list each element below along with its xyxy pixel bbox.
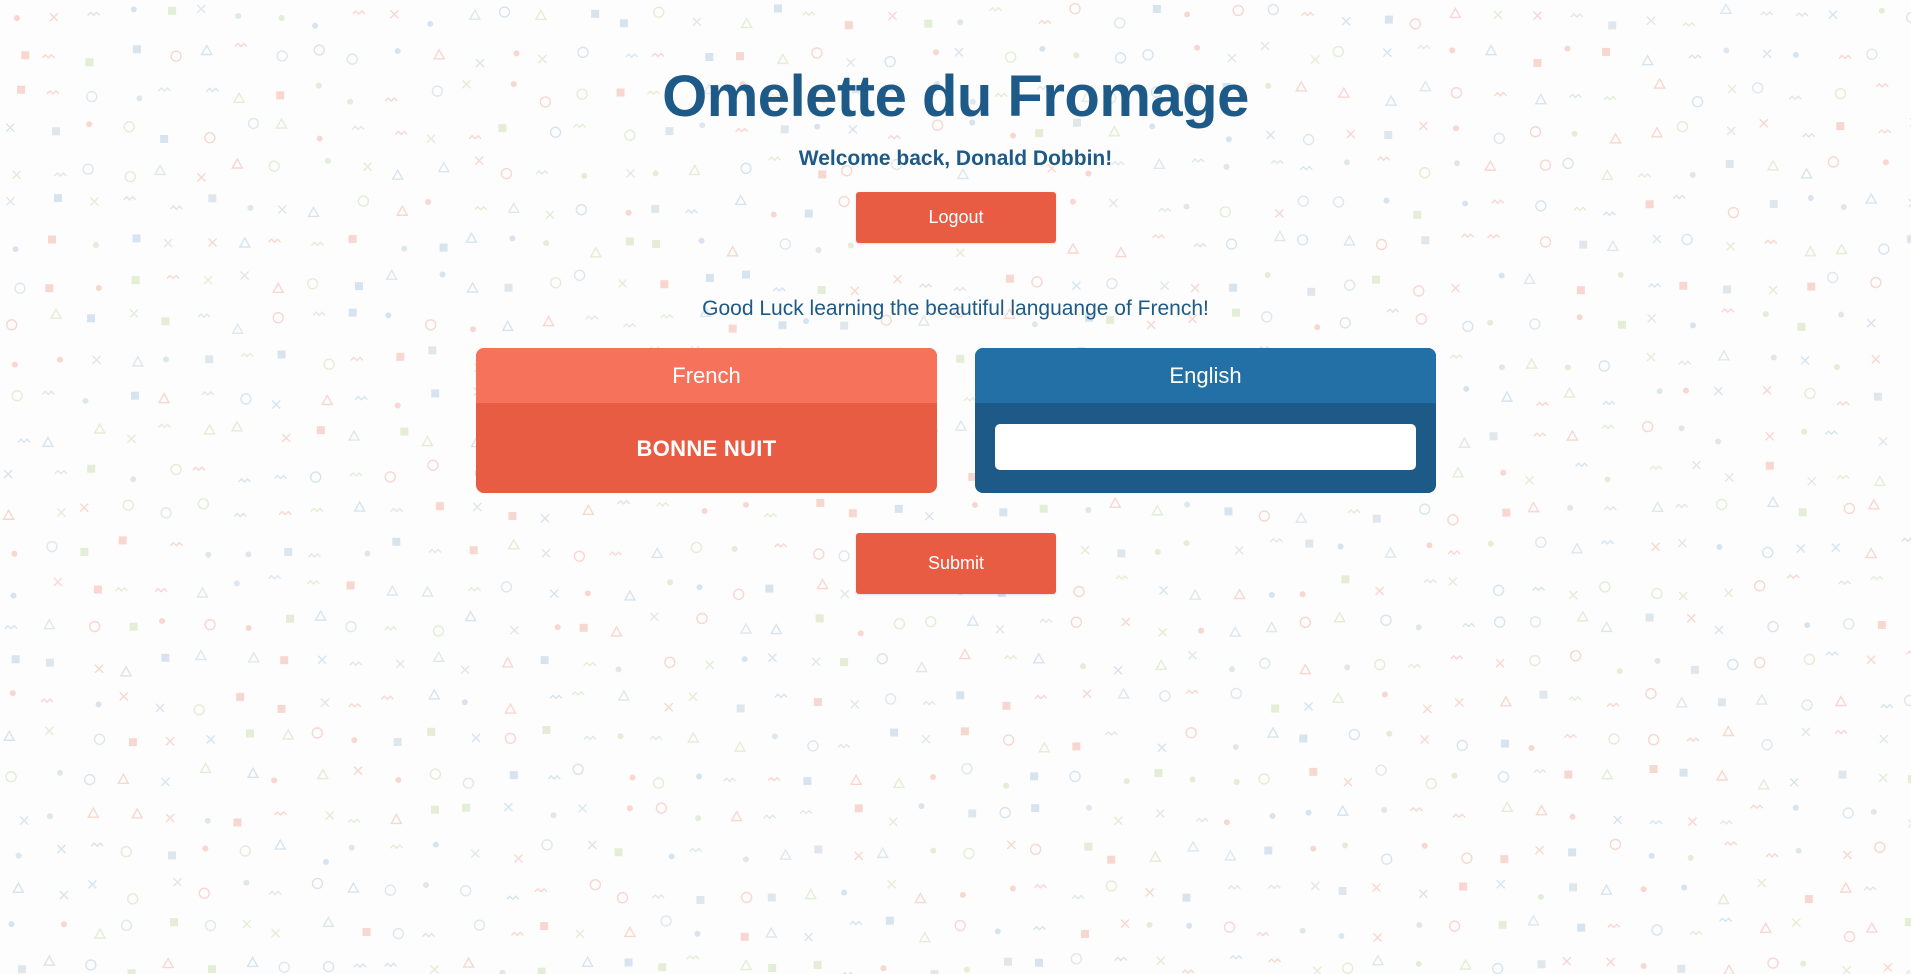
english-answer-input[interactable] bbox=[995, 424, 1416, 470]
french-card-body: BONNE NUIT bbox=[476, 403, 937, 493]
welcome-message: Welcome back, Donald Dobbin! bbox=[798, 147, 1113, 170]
french-card: French BONNE NUIT bbox=[476, 348, 937, 493]
english-card-body bbox=[975, 403, 1436, 493]
english-card: English bbox=[975, 348, 1436, 493]
logout-button[interactable]: Logout bbox=[856, 192, 1056, 243]
english-card-header: English bbox=[975, 348, 1436, 403]
page-title: Omelette du Fromage bbox=[662, 64, 1249, 129]
french-card-header: French bbox=[476, 348, 937, 403]
submit-button[interactable]: Submit bbox=[856, 533, 1056, 594]
french-word: BONNE NUIT bbox=[636, 436, 777, 461]
tagline: Good Luck learning the beautiful languan… bbox=[702, 297, 1209, 320]
page: Omelette du Fromage Welcome back, Donald… bbox=[0, 0, 1911, 974]
